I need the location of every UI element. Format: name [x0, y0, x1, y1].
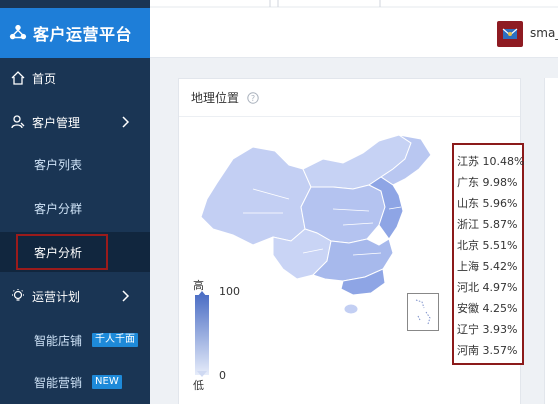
- brand-title: 客户运营平台: [33, 25, 133, 44]
- top-toolbar-strip: [150, 0, 558, 8]
- sidebar-item-label: 运营计划: [32, 289, 81, 304]
- sidebar-item-customer-group[interactable]: 客户分群: [0, 188, 150, 228]
- geo-location-panel: 地理位置 ? 高 100 0 低 江苏 10.48% 广东 9.98% 山东 5…: [178, 78, 524, 404]
- panel-title: 地理位置: [191, 91, 240, 105]
- list-item: 广东 9.98%: [457, 176, 518, 189]
- highlight-outline: [16, 234, 108, 270]
- top-header: sma_: [150, 0, 558, 58]
- list-item: 江苏 10.48%: [457, 155, 525, 168]
- list-item: 安徽 4.25%: [457, 302, 518, 315]
- sidebar-item-smart-marketing[interactable]: 智能营销 NEW: [0, 362, 150, 402]
- badge-qianren: 千人千面: [92, 333, 139, 347]
- list-item: 上海 5.42%: [457, 260, 518, 273]
- logo-icon: [9, 24, 27, 40]
- sidebar-item-label: 客户管理: [32, 115, 81, 130]
- sidebar-item-ops-plan[interactable]: 运营计划: [0, 276, 150, 316]
- avatar[interactable]: [497, 21, 523, 47]
- sidebar-item-smart-store[interactable]: 智能店铺 千人千面: [0, 320, 150, 360]
- south-china-sea-inset: [407, 293, 439, 331]
- list-item: 河北 4.97%: [457, 281, 518, 294]
- username[interactable]: sma_: [530, 26, 558, 40]
- chevron-right-icon: [122, 116, 130, 128]
- list-item: 山东 5.96%: [457, 197, 518, 210]
- legend-low-label: 低: [193, 379, 204, 392]
- sidebar-item-label: 智能营销: [34, 375, 83, 390]
- islands-icon: [415, 299, 431, 325]
- brand-header[interactable]: 客户运营平台: [0, 8, 150, 58]
- legend-max-value: 100: [219, 285, 240, 298]
- sidebar-item-label: 客户列表: [34, 157, 83, 172]
- chevron-right-icon: [122, 290, 130, 302]
- svg-text:?: ?: [251, 93, 255, 102]
- legend-color-scale: [195, 295, 209, 375]
- sidebar-item-label: 客户分群: [34, 201, 83, 216]
- help-icon[interactable]: ?: [247, 91, 259, 104]
- list-item: 辽宁 3.93%: [457, 323, 518, 336]
- bulb-icon: [12, 289, 24, 301]
- badge-new: NEW: [92, 375, 122, 389]
- sidebar-item-label: 智能店铺: [34, 333, 83, 348]
- sidebar-item-home[interactable]: 首页: [0, 58, 150, 98]
- adjacent-panel-edge: [544, 78, 558, 404]
- home-icon: [11, 71, 25, 85]
- sidebar-item-label: 首页: [32, 71, 57, 86]
- china-map[interactable]: [193, 129, 437, 329]
- map-region-hainan[interactable]: [343, 303, 359, 315]
- map-region-west[interactable]: [200, 146, 312, 246]
- list-item: 浙江 5.87%: [457, 218, 518, 231]
- avatar-image: [502, 28, 518, 39]
- sidebar-item-customer-mgmt[interactable]: 客户管理: [0, 102, 150, 142]
- sidebar: 客户运营平台 首页 客户管理 客户列表 客户分群 客户分析 运营计划 智能店铺 …: [0, 0, 150, 404]
- sidebar-item-customer-list[interactable]: 客户列表: [0, 144, 150, 184]
- list-item: 北京 5.51%: [457, 239, 518, 252]
- panel-header: 地理位置 ?: [179, 79, 520, 117]
- list-item: 河南 3.57%: [457, 344, 518, 357]
- province-ranking-list: 江苏 10.48% 广东 9.98% 山东 5.96% 浙江 5.87% 北京 …: [452, 143, 524, 365]
- legend-min-value: 0: [219, 369, 226, 382]
- user-icon: [11, 115, 25, 129]
- main-content: 地理位置 ? 高 100 0 低 江苏 10.48% 广东 9.98% 山东 5…: [150, 58, 558, 404]
